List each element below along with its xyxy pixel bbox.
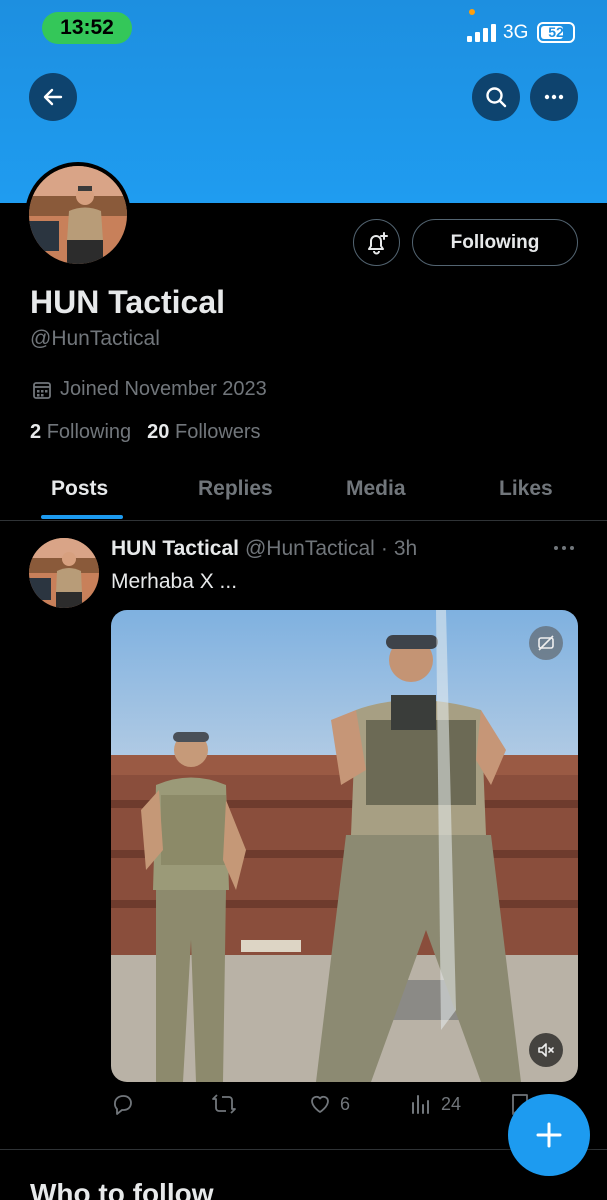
followers-count: 20 — [147, 421, 170, 443]
repost-button[interactable] — [211, 1092, 237, 1116]
battery-icon: 52 — [537, 22, 575, 43]
reply-button[interactable] — [111, 1092, 135, 1116]
following-count: 2 — [30, 421, 42, 443]
more-icon — [544, 94, 564, 100]
post-more-button[interactable] — [551, 538, 577, 563]
like-icon — [311, 1095, 329, 1113]
post-header: HUN Tactical @HunTactical · 3h — [111, 537, 417, 561]
followers-link[interactable]: 20 Followers — [147, 421, 260, 444]
views-button[interactable]: 24 — [409, 1092, 461, 1116]
following-button[interactable]: Following — [412, 219, 578, 266]
compose-button[interactable] — [508, 1094, 590, 1176]
back-arrow-icon — [43, 88, 63, 106]
more-button[interactable] — [530, 73, 578, 121]
tab-posts[interactable]: Posts — [51, 477, 108, 501]
joined-text: Joined November 2023 — [60, 378, 267, 400]
bell-plus-icon — [367, 231, 388, 254]
following-link[interactable]: 2 Following — [30, 421, 131, 444]
profile-name: HUN Tactical — [30, 284, 226, 320]
captions-button[interactable] — [529, 626, 563, 660]
muted-speaker-icon — [538, 1043, 554, 1057]
battery-level: 52 — [548, 24, 564, 40]
tab-likes[interactable]: Likes — [499, 477, 553, 501]
back-button[interactable] — [29, 73, 77, 121]
post-age: 3h — [393, 537, 418, 560]
search-icon — [486, 87, 507, 108]
post-actions: 6 24 — [111, 1092, 578, 1122]
tab-media[interactable]: Media — [346, 477, 406, 501]
more-icon — [554, 546, 574, 550]
post-video[interactable] — [111, 610, 578, 1082]
post-author-handle: @HunTactical — [244, 537, 375, 560]
like-button[interactable]: 6 — [308, 1092, 350, 1116]
post-author-avatar[interactable] — [29, 538, 99, 608]
profile-avatar[interactable] — [25, 162, 131, 268]
followers-label: Followers — [174, 421, 261, 443]
repost-icon — [212, 1094, 236, 1114]
post-text: Merhaba X ... — [111, 570, 238, 593]
profile-handle: @HunTactical — [30, 327, 160, 350]
follow-counts: 2 Following 20 Followers — [30, 421, 261, 444]
who-to-follow-heading: Who to follow — [30, 1178, 214, 1200]
tab-replies[interactable]: Replies — [198, 477, 273, 501]
post-separator: · — [380, 537, 388, 560]
post-author-name[interactable]: HUN Tactical — [111, 537, 239, 561]
reply-icon — [114, 1095, 132, 1115]
joined-date: Joined November 2023 — [32, 378, 267, 401]
mute-button[interactable] — [529, 1033, 563, 1067]
profile-tabs: Posts Replies Media Likes — [0, 460, 607, 521]
search-button[interactable] — [472, 73, 520, 121]
following-label: Following — [46, 421, 132, 443]
like-count: 6 — [340, 1093, 351, 1114]
status-bar: 13:52 3G 52 — [0, 0, 607, 56]
active-tab-indicator — [41, 515, 123, 519]
view-count: 24 — [441, 1093, 462, 1114]
notify-button[interactable] — [353, 219, 400, 266]
plus-icon — [536, 1122, 562, 1148]
captions-icon — [538, 635, 554, 651]
status-time: 13:52 — [42, 12, 132, 44]
privacy-indicator — [469, 9, 475, 15]
views-icon — [412, 1095, 429, 1114]
network-type: 3G — [503, 22, 529, 43]
signal-icon — [467, 24, 497, 42]
calendar-icon — [33, 381, 51, 399]
